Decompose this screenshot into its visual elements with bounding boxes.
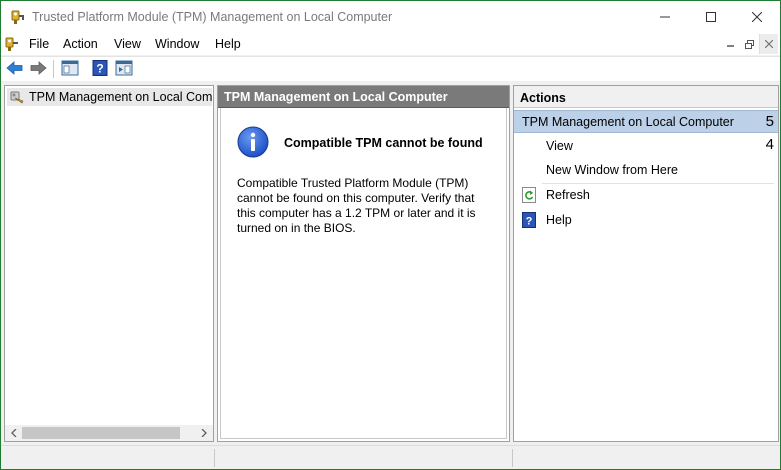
menu-window[interactable]: Window (155, 37, 199, 51)
status-divider (512, 449, 513, 467)
help-toolbar-button[interactable]: ? (90, 59, 110, 79)
message-heading: Compatible TPM cannot be found (284, 136, 483, 150)
result-pane-header: TPM Management on Local Computer (218, 86, 509, 108)
back-button[interactable] (5, 59, 25, 79)
result-pane: TPM Management on Local Computer Compati… (217, 85, 510, 442)
mmc-window: Trusted Platform Module (TPM) Management… (0, 0, 781, 470)
minimize-button[interactable] (642, 1, 688, 33)
action-refresh[interactable]: Refresh (514, 183, 778, 207)
show-hide-action-pane-icon (115, 60, 133, 79)
actions-section-label: TPM Management on Local Computer (522, 115, 734, 129)
horizontal-scrollbar[interactable] (5, 425, 213, 441)
scroll-thumb[interactable] (22, 427, 180, 439)
window-title: Trusted Platform Module (TPM) Management… (32, 10, 393, 24)
forward-arrow-icon (29, 60, 47, 79)
console-menu-icon[interactable] (4, 36, 20, 52)
actions-pane: Actions TPM Management on Local Computer… (513, 85, 779, 442)
tree-item-label: TPM Management on Local Comp (29, 90, 212, 104)
menu-bar: File Action View Window Help (1, 33, 780, 55)
refresh-icon (522, 187, 536, 203)
action-help[interactable]: ? Help (514, 208, 778, 232)
status-divider (214, 449, 215, 467)
tree-item-tpm-management[interactable]: TPM Management on Local Comp (7, 88, 212, 106)
close-button[interactable] (734, 1, 780, 33)
title-bar[interactable]: Trusted Platform Module (TPM) Management… (1, 1, 780, 33)
mdi-restore-button[interactable] (740, 34, 759, 54)
show-hide-console-tree-icon (61, 60, 79, 79)
forward-button[interactable] (28, 59, 48, 79)
mdi-controls (721, 34, 778, 54)
menu-help[interactable]: Help (215, 37, 241, 51)
menu-file[interactable]: File (29, 37, 49, 51)
toolbar: ? (1, 56, 780, 81)
result-pane-title: TPM Management on Local Computer (224, 90, 448, 104)
svg-text:?: ? (96, 61, 103, 75)
back-arrow-icon (6, 60, 24, 79)
action-new-window[interactable]: New Window from Here (514, 158, 778, 182)
info-icon (237, 126, 269, 158)
action-label: View (546, 139, 573, 153)
scroll-right-icon[interactable] (197, 426, 211, 440)
menu-action[interactable]: Action (63, 37, 98, 51)
svg-text:?: ? (526, 216, 533, 228)
show-hide-tree-button[interactable] (60, 59, 80, 79)
actions-pane-header: Actions (514, 86, 778, 108)
tpm-key-icon (9, 89, 25, 105)
show-hide-action-pane-button[interactable] (114, 59, 134, 79)
result-pane-body: Compatible TPM cannot be found Compatibl… (220, 108, 507, 439)
action-view[interactable]: View 4 (514, 134, 778, 158)
scroll-left-icon[interactable] (7, 426, 21, 440)
help-icon: ? (522, 212, 536, 228)
status-bar (1, 445, 780, 469)
actions-title: Actions (520, 91, 566, 105)
submenu-arrow-icon[interactable]: 4 (766, 136, 774, 153)
action-label: New Window from Here (546, 163, 678, 177)
menu-view[interactable]: View (114, 37, 141, 51)
toolbar-separator (53, 60, 54, 78)
message-body: Compatible Trusted Platform Module (TPM)… (237, 176, 476, 235)
collapse-arrow-icon[interactable]: 5 (766, 113, 774, 130)
mdi-minimize-button[interactable] (721, 34, 740, 54)
action-label: Refresh (546, 188, 590, 202)
help-icon: ? (92, 59, 108, 79)
tpm-key-icon (10, 9, 26, 25)
maximize-button[interactable] (688, 1, 734, 33)
mdi-close-button[interactable] (759, 34, 778, 54)
action-label: Help (546, 213, 572, 227)
actions-section-header[interactable]: TPM Management on Local Computer 5 (514, 110, 778, 133)
console-tree-pane: TPM Management on Local Comp (4, 85, 214, 442)
